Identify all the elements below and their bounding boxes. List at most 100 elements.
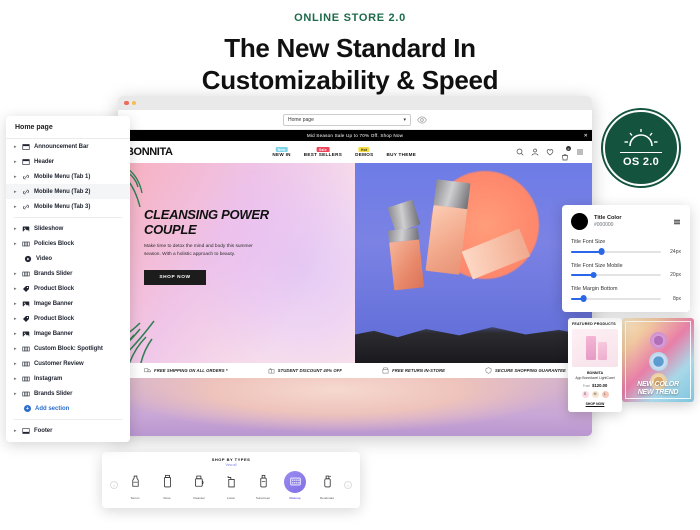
sidebar-item-image-banner-2[interactable]: ▸ Image Banner (6, 326, 130, 341)
chevron-right-icon[interactable]: ▸ (14, 189, 18, 195)
type-label: Deodorant (319, 495, 334, 500)
slider-track[interactable] (571, 295, 661, 302)
chevron-right-icon[interactable]: ▸ (14, 301, 18, 307)
chevron-right-icon[interactable]: ▸ (14, 361, 18, 367)
sidebar-item-policies-block[interactable]: ▸ Policies Block (6, 236, 130, 251)
sidebar-item-label: Policies Block (34, 240, 74, 247)
add-section-button[interactable]: + Add section (6, 401, 130, 416)
wishlist-icon[interactable] (546, 148, 554, 156)
minimize-window-dot[interactable] (131, 100, 136, 106)
close-window-dot[interactable] (124, 100, 129, 106)
nav-item-best-sellers[interactable]: Sale BEST SELLERS (304, 147, 342, 157)
image-banner-section (118, 378, 592, 436)
sidebar-item-product-block-1[interactable]: ▸ Product Block (6, 281, 130, 296)
product-image[interactable] (572, 329, 618, 367)
chevron-right-icon[interactable]: ▸ (14, 376, 18, 382)
nav-item-demos[interactable]: Hot DEMOS (355, 147, 373, 157)
sidebar-item-mobile-menu-tab-1[interactable]: ▸ Mobile Menu (Tab 1) (6, 169, 130, 184)
sidebar-item-instagram[interactable]: ▸ Instagram (6, 371, 130, 386)
chevron-right-icon[interactable]: ▸ (14, 346, 18, 352)
types-view-all-link[interactable]: View all (106, 463, 356, 467)
chevron-right-icon[interactable]: ▸ (14, 428, 18, 434)
cart-icon[interactable]: 0 (561, 146, 571, 161)
color-swatch[interactable] (571, 213, 588, 230)
types-prev-button[interactable]: ‹ (110, 481, 118, 489)
chevron-right-icon[interactable]: ▸ (14, 226, 18, 232)
hero-cta-button[interactable]: SHOP NOW (144, 270, 206, 286)
headline-block: ONLINE STORE 2.0 The New Standard In Cus… (0, 12, 700, 96)
palette-icon (284, 470, 306, 493)
slider-track[interactable] (571, 271, 661, 279)
type-item-lotion[interactable]: Lotion (216, 471, 246, 500)
page-selector-dropdown[interactable]: Home page ▾ (283, 113, 411, 126)
sidebar-item-image-banner-1[interactable]: ▸ Image Banner (6, 296, 130, 311)
policy-label: STUDENT DISCOUNT 40% OFF (277, 368, 343, 373)
preview-eye-icon[interactable] (417, 115, 427, 125)
account-icon[interactable] (531, 148, 539, 156)
search-icon[interactable] (516, 148, 524, 156)
list-menu-icon[interactable] (673, 218, 681, 226)
slider-track[interactable] (571, 248, 661, 255)
sidebar-item-label: Header (34, 158, 55, 165)
sidebar-item-brands-slider-2[interactable]: ▸ Brands Slider (6, 386, 130, 401)
chevron-right-icon[interactable]: ▸ (14, 204, 18, 210)
chevron-right-icon[interactable]: ▸ (14, 271, 18, 277)
sidebar-item-slideshow[interactable]: ▸ Slideshow (6, 221, 130, 236)
promo-color-card[interactable]: NEW COLOR NEW TREND (622, 318, 694, 402)
type-item-cleanser[interactable]: Cleanser (184, 471, 214, 500)
chevron-right-icon[interactable]: ▸ (14, 159, 18, 165)
hero-copy: CLEANSING POWER COUPLE Make time to deto… (144, 207, 324, 286)
color-hex-value[interactable]: #000000 (594, 222, 622, 228)
nav-badge: New (275, 147, 288, 152)
variant-swatch[interactable]: S (581, 390, 589, 398)
slider-knob[interactable] (580, 295, 587, 302)
chevron-right-icon[interactable]: ▸ (14, 391, 18, 397)
product-name[interactable]: App Bonnitavel LightCarel (572, 376, 618, 381)
sidebar-item-label: Product Block (34, 285, 75, 292)
rock-graphic (355, 327, 592, 363)
slider-knob[interactable] (598, 248, 605, 255)
type-item-deodorant[interactable]: Deodorant (312, 471, 342, 500)
chevron-right-icon[interactable]: ▸ (14, 316, 18, 322)
slider-knob[interactable] (590, 271, 597, 279)
hero-subtitle: Make time to detox the mind and body thi… (144, 244, 253, 258)
promo-line1: NEW COLOR (637, 381, 679, 389)
chevron-right-icon[interactable]: ▸ (14, 286, 18, 292)
nav-item-buy-theme[interactable]: BUY THEME (386, 147, 416, 157)
type-item-makeup[interactable]: Makeup (280, 470, 310, 500)
menu-icon[interactable] (576, 148, 584, 156)
type-label: Lotion (226, 495, 236, 500)
type-item-serum[interactable]: Serum (120, 471, 150, 500)
sidebar-item-product-block-2[interactable]: ▸ Product Block (6, 311, 130, 326)
types-next-button[interactable]: › (344, 481, 352, 489)
sidebar-item-footer[interactable]: ▸ Footer (6, 423, 130, 438)
sidebar-item-custom-block-spotlight[interactable]: ▸ Custom Block: Spotlight (6, 341, 130, 356)
footer-icon (22, 427, 30, 434)
image-icon (22, 301, 30, 306)
variant-swatch[interactable]: L (601, 390, 609, 398)
chevron-right-icon[interactable]: ▸ (14, 331, 18, 337)
jar-icon (188, 471, 210, 493)
chevron-right-icon[interactable]: ▸ (14, 241, 18, 247)
nav-item-new-in[interactable]: New NEW IN (272, 147, 290, 157)
page-title-line2: Customizability & Speed (201, 64, 499, 95)
sidebar-item-mobile-menu-tab-3[interactable]: ▸ Mobile Menu (Tab 3) (6, 199, 130, 214)
chevron-down-icon: ▾ (403, 116, 406, 123)
sidebar-item-announcement-bar[interactable]: ▸ Announcement Bar (6, 139, 130, 154)
sidebar-item-brands-slider-1[interactable]: ▸ Brands Slider (6, 266, 130, 281)
sidebar-item-mobile-menu-tab-2[interactable]: ▸ Mobile Menu (Tab 2) (6, 184, 130, 199)
sidebar-item-header[interactable]: ▸ Header (6, 154, 130, 169)
policy-label: FREE RETURN IN-STORE (392, 368, 445, 373)
store-logo[interactable]: BONNITA (126, 146, 173, 158)
type-item-rose[interactable]: Rose (152, 471, 182, 500)
sidebar-item-customer-review[interactable]: ▸ Customer Review (6, 356, 130, 371)
product-shop-now-button[interactable]: SHOP NOW (572, 402, 618, 406)
nav-label: BEST SELLERS (303, 152, 343, 157)
chevron-right-icon[interactable]: ▸ (14, 144, 18, 150)
store-header: BONNITA New NEW IN Sale BEST SELLERS Hot… (118, 141, 592, 163)
variant-swatch[interactable]: M (591, 390, 599, 398)
chevron-right-icon[interactable]: ▸ (14, 174, 18, 180)
type-item-sunscreen[interactable]: Sunscreen (248, 471, 278, 500)
close-icon[interactable]: ✕ (584, 133, 588, 139)
sidebar-item-video[interactable]: Video (6, 251, 130, 266)
